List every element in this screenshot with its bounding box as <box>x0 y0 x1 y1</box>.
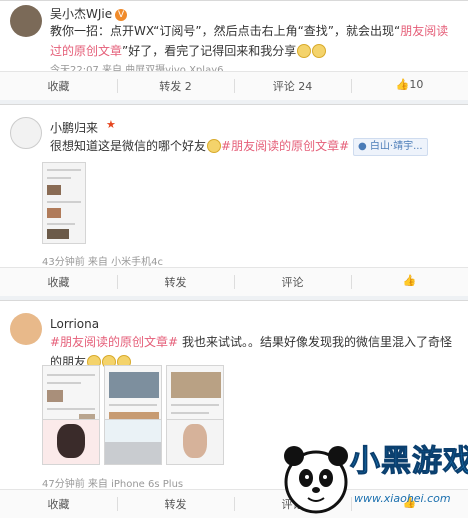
post-meta: 47分钟前 来自 iPhone 6s Plus <box>42 479 184 490</box>
thumbs-up-icon: 👍 <box>402 274 417 287</box>
post-image[interactable] <box>42 419 100 465</box>
username-link[interactable]: 吴小杰WJie <box>50 7 112 21</box>
repost-button[interactable]: 转发 <box>117 274 234 290</box>
panda-mascot-icon <box>284 446 348 514</box>
location-chip[interactable]: ● 白山·靖宇... <box>352 138 428 156</box>
hashtag-link[interactable]: #朋友阅读的原创文章# <box>221 139 349 153</box>
username-link[interactable]: Lorriona <box>50 317 99 331</box>
avatar[interactable] <box>10 117 42 149</box>
laughing-emoji-icon <box>297 44 312 58</box>
location-text: 白山·靖宇... <box>369 141 423 152</box>
like-count: 10 <box>409 78 424 91</box>
repost-button[interactable]: 转发 2 <box>117 78 234 94</box>
username[interactable]: 小鹏归来 <box>50 119 98 136</box>
post-text-part: ”好了，看完了记得回来和我分享 <box>122 44 297 58</box>
cat-emoji-icon <box>207 139 222 153</box>
post-card: 小鹏归来 ★ 很想知道这是微信的哪个好友 #朋友阅读的原创文章# ● 白山·靖宇.… <box>0 104 468 296</box>
site-watermark: 小黑游戏 www.xiaohei.com <box>276 432 468 518</box>
post-image[interactable] <box>42 162 86 244</box>
like-button[interactable]: 👍10 <box>351 78 468 91</box>
post-text: 教你一招：点开WX“订阅号”，然后点击右上角“查找”，就会出现“朋友阅读过的原创… <box>50 21 460 61</box>
avatar[interactable] <box>10 313 42 345</box>
verified-badge-icon: V <box>115 8 128 21</box>
comment-button[interactable]: 评论 <box>234 274 351 290</box>
post-meta: 43分钟前 来自 小米手机4c <box>42 257 163 268</box>
post-image[interactable] <box>104 419 162 465</box>
favorite-button[interactable]: 收藏 <box>0 78 117 94</box>
action-bar: 收藏 转发 2 评论 24 👍10 <box>0 71 468 100</box>
star-badge-icon: ★ <box>106 118 116 131</box>
avatar[interactable] <box>10 5 42 37</box>
action-bar: 收藏 转发 评论 👍 <box>0 267 468 296</box>
username[interactable]: Lorriona <box>50 317 99 331</box>
like-button[interactable]: 👍 <box>351 274 468 287</box>
post-text: 很想知道这是微信的哪个好友 #朋友阅读的原创文章# ● 白山·靖宇... <box>50 136 460 156</box>
favorite-button[interactable]: 收藏 <box>0 274 117 290</box>
post-text-part: 教你一招：点开WX“订阅号”，然后点击右上角“查找”，就会出现“ <box>50 24 401 38</box>
comment-button[interactable]: 评论 24 <box>234 78 351 94</box>
favorite-button[interactable]: 收藏 <box>0 496 117 512</box>
watermark-url: www.xiaohei.com <box>354 492 451 505</box>
post-card: 吴小杰WJie V 教你一招：点开WX“订阅号”，然后点击右上角“查找”，就会出现… <box>0 0 468 100</box>
watermark-logo-text: 小黑游戏 <box>350 444 468 480</box>
laughing-emoji-icon <box>312 44 327 58</box>
username-link[interactable]: 小鹏归来 <box>50 121 98 135</box>
location-pin-icon: ● <box>357 141 367 152</box>
username[interactable]: 吴小杰WJie V <box>50 5 128 22</box>
hashtag-link[interactable]: #朋友阅读的原创文章# <box>50 335 178 349</box>
post-image[interactable] <box>166 419 224 465</box>
thumbs-up-icon: 👍 <box>395 78 410 91</box>
post-text-part: 很想知道这是微信的哪个好友 <box>50 139 207 153</box>
repost-button[interactable]: 转发 <box>117 496 234 512</box>
